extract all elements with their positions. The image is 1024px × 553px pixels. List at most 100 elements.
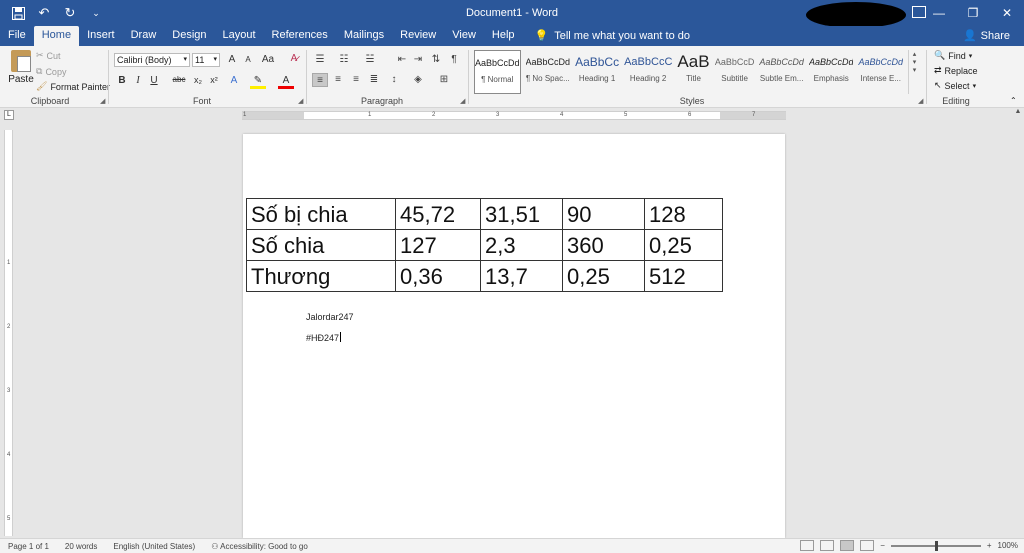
font-name-box[interactable]: Calibri (Body) ▾	[114, 53, 190, 67]
ruler-bar[interactable]: 1 1 2 3 4 5 6 7	[242, 111, 786, 120]
table-cell[interactable]: 31,51	[480, 198, 563, 230]
zoom-in-icon[interactable]: +	[987, 541, 992, 550]
focus-mode-icon[interactable]	[800, 540, 815, 551]
share-button[interactable]: 👤 Share	[963, 29, 1010, 43]
table-cell[interactable]: 90	[562, 198, 645, 230]
read-mode-icon[interactable]	[820, 540, 835, 551]
word-count[interactable]: 20 words	[57, 542, 105, 551]
strikethrough-button[interactable]: abc	[170, 75, 188, 84]
bold-button[interactable]: B	[114, 75, 130, 86]
zoom-out-icon[interactable]: −	[880, 541, 885, 550]
multilevel-list-icon[interactable]: ☱	[362, 53, 378, 67]
paste-button[interactable]: Paste	[8, 50, 34, 85]
scroll-up-icon[interactable]: ▲	[1012, 108, 1024, 120]
copy-button[interactable]: ⧉ Copy	[36, 66, 66, 77]
table-cell[interactable]: 45,72	[395, 198, 481, 230]
style-no-spacing[interactable]: AaBbCcDd ¶ No Spac...	[526, 50, 571, 94]
grow-font-button[interactable]: A	[224, 54, 240, 65]
tab-design[interactable]: Design	[164, 26, 214, 46]
tab-file[interactable]: File	[0, 26, 34, 46]
highlight-icon[interactable]: ✎	[250, 75, 266, 89]
table-cell[interactable]: 0,36	[395, 260, 481, 292]
font-color-button[interactable]: A	[278, 75, 294, 89]
font-size-box[interactable]: 11 ▾	[192, 53, 220, 67]
show-marks-icon[interactable]: ¶	[446, 53, 462, 67]
style-heading-2[interactable]: AaBbCcC Heading 2	[624, 50, 672, 94]
table-cell[interactable]: 512	[644, 260, 723, 292]
subscript-button[interactable]: x₂	[190, 75, 206, 85]
clipboard-launcher-icon[interactable]: ◢	[100, 97, 105, 105]
table-cell[interactable]: Thương	[246, 260, 396, 292]
tell-me-box[interactable]: 💡 Tell me what you want to do	[535, 26, 690, 46]
bullets-icon[interactable]: ☰	[312, 53, 328, 67]
table-cell[interactable]: 127	[395, 229, 481, 261]
tab-home[interactable]: Home	[33, 26, 80, 46]
numbering-icon[interactable]: ☷	[336, 53, 352, 67]
justify-icon[interactable]: ≣	[366, 73, 382, 87]
zoom-slider[interactable]	[890, 540, 981, 551]
tab-view[interactable]: View	[444, 26, 484, 46]
tab-insert[interactable]: Insert	[79, 26, 123, 46]
shrink-font-button[interactable]: A	[240, 55, 256, 64]
zoom-level[interactable]: 100%	[998, 541, 1018, 550]
page-count[interactable]: Page 1 of 1	[0, 542, 57, 551]
tab-mailings[interactable]: Mailings	[336, 26, 392, 46]
style-heading-1[interactable]: AaBbCc Heading 1	[575, 50, 619, 94]
clear-formatting-icon[interactable]: A̷	[286, 53, 302, 64]
print-layout-icon[interactable]	[840, 540, 855, 551]
paragraph-text[interactable]: #HĐ247	[306, 332, 342, 343]
sort-icon[interactable]: ⇅	[428, 53, 444, 67]
restore-icon[interactable]: ❐	[956, 0, 990, 26]
close-icon[interactable]: ✕	[990, 0, 1024, 26]
shading-icon[interactable]: ◈	[410, 73, 426, 87]
align-right-icon[interactable]: ≡	[348, 73, 364, 87]
select-button[interactable]: ↖ Select ▾	[934, 80, 976, 91]
styles-scroll[interactable]: ▴ ▾ ▾	[908, 50, 920, 94]
replace-button[interactable]: ⇄ Replace	[934, 65, 978, 76]
table-cell[interactable]: 128	[644, 198, 723, 230]
data-table[interactable]: Số bị chia 45,72 31,51 90 128 Số chia 12…	[246, 198, 723, 292]
tab-references[interactable]: References	[264, 26, 336, 46]
vertical-ruler[interactable]: 1 2 3 4 5	[4, 130, 13, 536]
table-cell[interactable]: Số bị chia	[246, 198, 396, 230]
borders-icon[interactable]: ⊞	[436, 73, 452, 87]
style-title[interactable]: AaB Title	[677, 50, 710, 94]
superscript-button[interactable]: x²	[206, 75, 222, 85]
increase-indent-icon[interactable]: ⇥	[410, 53, 426, 67]
table-cell[interactable]: 13,7	[480, 260, 563, 292]
web-layout-icon[interactable]	[860, 540, 875, 551]
tab-selector[interactable]: L	[4, 110, 14, 120]
style-emphasis[interactable]: AaBbCcDd Emphasis	[809, 50, 854, 94]
style-subtle-emphasis[interactable]: AaBbCcDd Subtle Em...	[759, 50, 804, 94]
zoom-thumb[interactable]	[934, 540, 938, 551]
styles-launcher-icon[interactable]: ◢	[918, 97, 923, 105]
undo-icon[interactable]: ↶	[36, 5, 52, 21]
save-icon[interactable]	[10, 5, 26, 21]
table-cell[interactable]: 0,25	[644, 229, 723, 261]
underline-button[interactable]: U	[146, 75, 162, 86]
table-cell[interactable]: 0,25	[562, 260, 645, 292]
collapse-ribbon-icon[interactable]: ⌃	[1010, 96, 1017, 105]
customize-qat-icon[interactable]: ⌄	[88, 5, 104, 21]
line-spacing-icon[interactable]: ↕	[386, 73, 402, 87]
font-launcher-icon[interactable]: ◢	[298, 97, 303, 105]
tab-draw[interactable]: Draw	[123, 26, 165, 46]
language-status[interactable]: English (United States)	[105, 542, 203, 551]
redo-icon[interactable]: ↻	[62, 5, 78, 21]
format-painter-button[interactable]: 🖌 Format Painter	[36, 81, 110, 92]
table-cell[interactable]: Số chia	[246, 229, 396, 261]
decrease-indent-icon[interactable]: ⇤	[394, 53, 410, 67]
change-case-button[interactable]: Aa	[258, 54, 278, 65]
tab-review[interactable]: Review	[392, 26, 444, 46]
align-left-icon[interactable]: ≡	[312, 73, 328, 87]
minimize-icon[interactable]: —	[922, 0, 956, 26]
align-center-icon[interactable]: ≡	[330, 73, 346, 87]
style-normal[interactable]: AaBbCcDd ¶ Normal	[474, 50, 521, 94]
cut-button[interactable]: ✂ Cut	[36, 50, 61, 61]
table-cell[interactable]: 360	[562, 229, 645, 261]
style-intense-emphasis[interactable]: AaBbCcDd Intense E...	[858, 50, 903, 94]
paragraph-launcher-icon[interactable]: ◢	[460, 97, 465, 105]
table-cell[interactable]: 2,3	[480, 229, 563, 261]
document-page[interactable]: Số bị chia 45,72 31,51 90 128 Số chia 12…	[243, 134, 785, 538]
tab-help[interactable]: Help	[484, 26, 523, 46]
